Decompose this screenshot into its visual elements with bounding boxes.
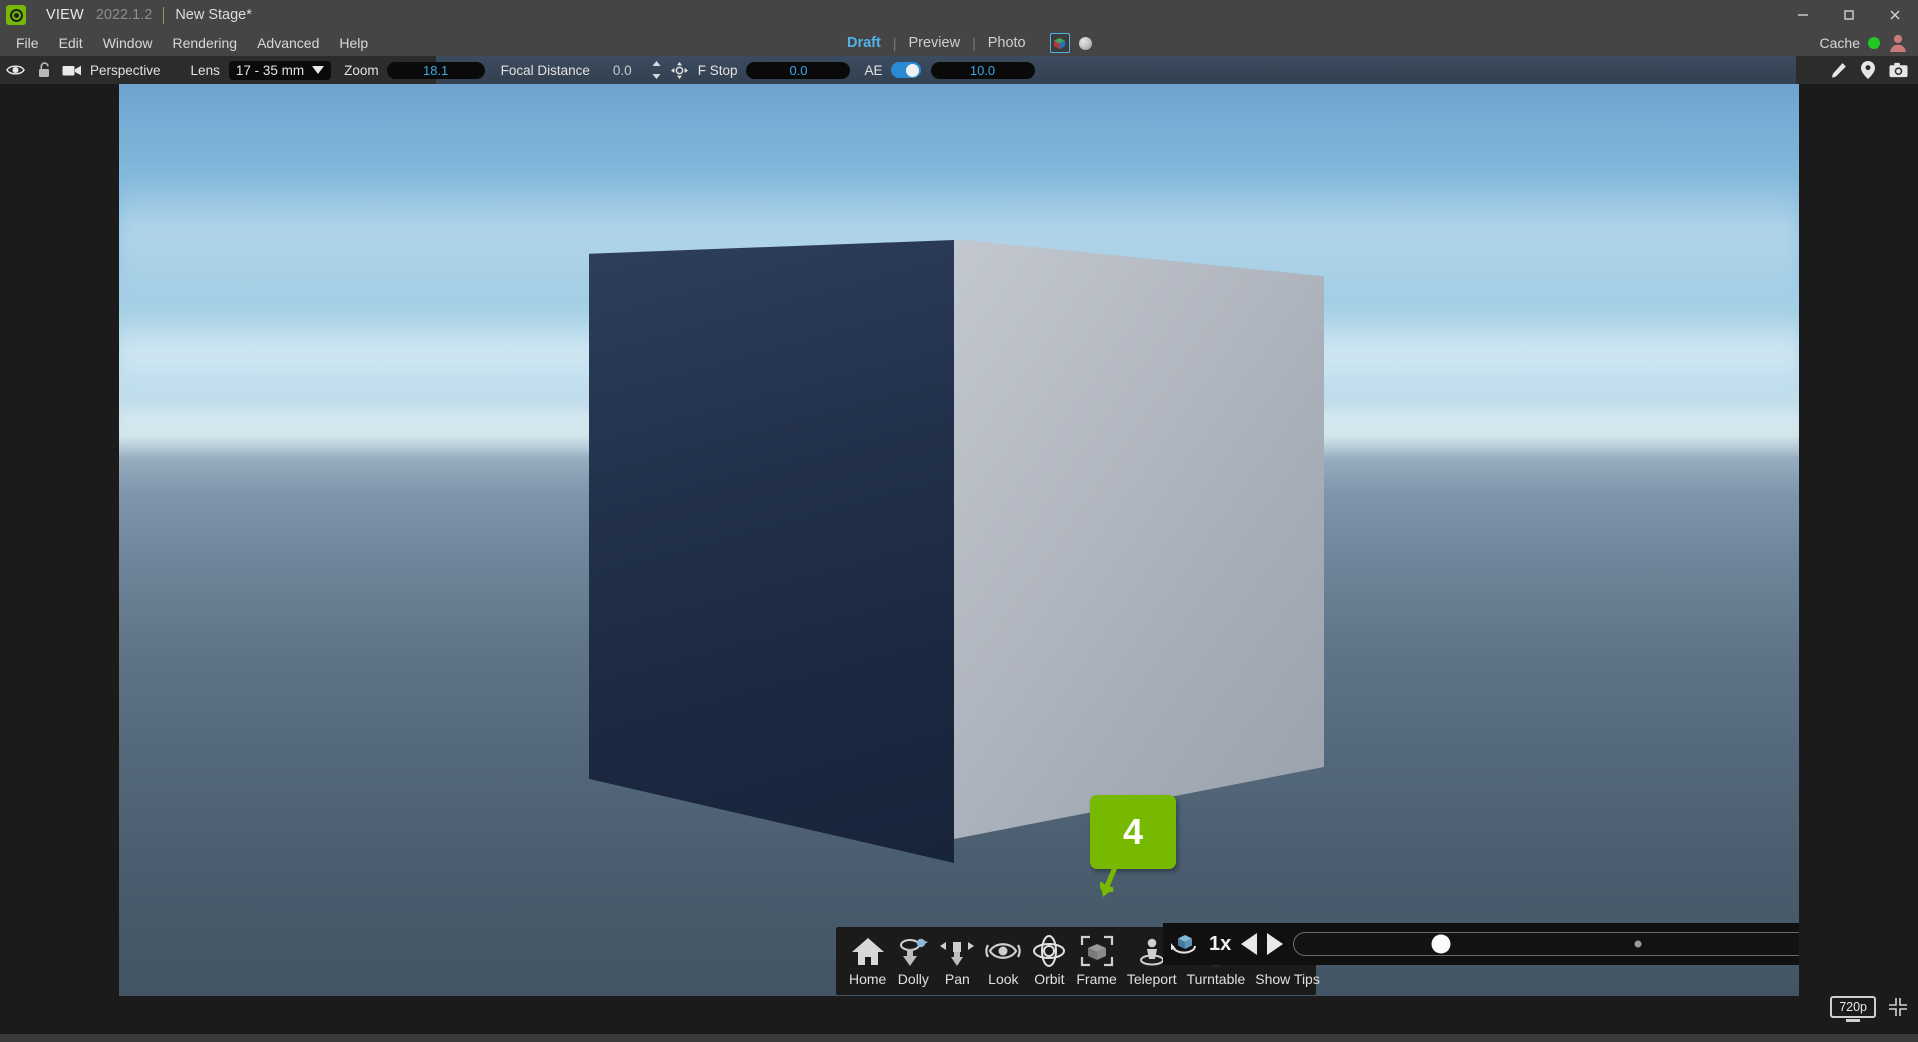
nav-label-home: Home [849,971,887,987]
look-icon [984,933,1022,969]
cache-status-dot [1868,37,1880,49]
turntable-speed[interactable]: 1x [1209,933,1231,956]
close-icon[interactable] [1872,0,1918,30]
maximize-icon[interactable] [1826,0,1872,30]
zoom-label: Zoom [344,62,379,78]
visibility-eye-icon[interactable] [6,56,25,84]
nav-label-show-tips: Show Tips [1255,971,1320,987]
turntable-slider-handle[interactable] [1431,934,1451,954]
camera-icon[interactable] [62,56,82,84]
location-pin-icon[interactable] [1861,61,1875,79]
app-version: 2022.1.2 [95,7,153,23]
resolution-widget: 720p [1830,996,1908,1018]
callout-arrow-icon [1100,865,1119,897]
fstop-input[interactable]: 0.0 [746,61,851,79]
focal-distance-label: Focal Distance [500,62,590,78]
focus-target-icon[interactable] [670,56,688,84]
turntable-slider-tick [1634,940,1642,948]
callout-number: 4 [1090,795,1176,869]
menu-item-advanced[interactable]: Advanced [247,30,329,56]
ae-toggle[interactable] [890,62,921,78]
title-divider [163,6,165,24]
step-forward-icon[interactable] [1267,933,1284,955]
viewport-letterbox-bottom: 720p [0,996,1918,1034]
zoom-value: 18.1 [422,62,449,78]
nav-label-look: Look [988,971,1019,987]
user-avatar-icon[interactable] [1888,33,1908,53]
tutorial-callout: 4 [1090,795,1176,897]
cache-label: Cache [1819,35,1860,51]
nav-button-orbit[interactable]: Orbit [1027,931,1071,987]
lens-dropdown[interactable]: 17 - 35 mm [228,60,332,80]
lens-label: Lens [190,62,220,78]
nav-button-home[interactable]: Home [844,931,891,987]
viewport-toolbar-right-icons [1830,56,1908,84]
nav-label-frame: Frame [1076,971,1117,987]
pencil-icon[interactable] [1830,62,1847,79]
lock-open-icon[interactable] [38,56,51,84]
ae-input[interactable]: 10.0 [930,61,1035,79]
viewport-letterbox-right [1799,84,1918,996]
turntable-control-popup: 1x ✕ [1163,923,1799,965]
nav-label-orbit: Orbit [1034,971,1065,987]
resolution-label: 720p [1839,1000,1867,1014]
nav-label-pan: Pan [944,971,970,987]
status-bar [0,1034,1918,1042]
cube-face-left [589,240,954,863]
turntable-rotate-icon[interactable] [1171,932,1199,956]
nav-button-frame[interactable]: Frame [1071,931,1121,987]
nav-label-turntable: Turntable [1186,971,1246,987]
nav-button-pan[interactable]: Pan [935,931,979,987]
minimize-icon[interactable] [1780,0,1826,30]
app-name: VIEW [46,7,84,23]
nav-button-dolly[interactable]: Dolly [891,931,935,987]
orbit-icon [1032,933,1066,969]
nav-label-dolly: Dolly [897,971,929,987]
fstop-label: F Stop [697,62,738,78]
monitor-icon[interactable]: 720p [1830,996,1876,1018]
viewport-letterbox-left [0,84,119,996]
menu-item-rendering[interactable]: Rendering [162,30,247,56]
chevron-down-icon [312,66,325,74]
mode-preview[interactable]: Preview [896,35,972,51]
cache-status: Cache [1820,30,1908,56]
up-down-spinner-icon[interactable] [652,61,661,79]
menu-item-file[interactable]: File [6,30,49,56]
window-controls [1780,0,1918,30]
ae-label: AE [864,62,883,78]
home-icon [851,933,885,969]
menu-item-window[interactable]: Window [93,30,163,56]
ae-value: 10.0 [969,62,996,78]
focal-distance-value[interactable]: 0.0 [613,63,632,78]
nav-label-teleport: Teleport [1126,971,1177,987]
stage-name: New Stage* [175,7,252,23]
dolly-icon [896,933,930,969]
nav-button-look[interactable]: Look [979,931,1027,987]
title-bar: VIEW 2022.1.2 New Stage* [0,0,1918,30]
pan-icon [940,933,975,969]
mode-draft[interactable]: Draft [835,35,893,51]
zoom-input[interactable]: 18.1 [386,61,485,79]
menu-item-edit[interactable]: Edit [49,30,93,56]
turntable-slider[interactable] [1293,932,1799,956]
frame-icon [1080,933,1114,969]
collapse-fullscreen-icon[interactable] [1888,997,1908,1017]
lens-value: 17 - 35 mm [235,62,305,78]
omniverse-logo-icon [6,5,26,25]
viewport-navigation-bar: Home Dolly Pan Look Orbit Frame Teleport… [836,923,1799,995]
fstop-value: 0.0 [789,62,808,78]
render-cube-icon[interactable] [1049,33,1070,53]
viewport-toolbar: Perspective Lens 17 - 35 mm Zoom 18.1 Fo… [0,56,1918,84]
menu-item-help[interactable]: Help [329,30,378,56]
application-window: VIEW 2022.1.2 New Stage* File Edit Windo… [0,0,1918,1042]
cube-mesh[interactable] [119,84,1799,996]
step-backward-icon[interactable] [1241,933,1258,955]
3d-viewport[interactable]: 4 Z X Y Home [119,84,1799,996]
cube-face-right [954,239,1324,839]
render-sphere-icon[interactable] [1078,36,1092,50]
camera-name[interactable]: Perspective [90,63,161,78]
camera-snapshot-icon[interactable] [1889,62,1908,78]
mode-photo[interactable]: Photo [976,35,1038,51]
